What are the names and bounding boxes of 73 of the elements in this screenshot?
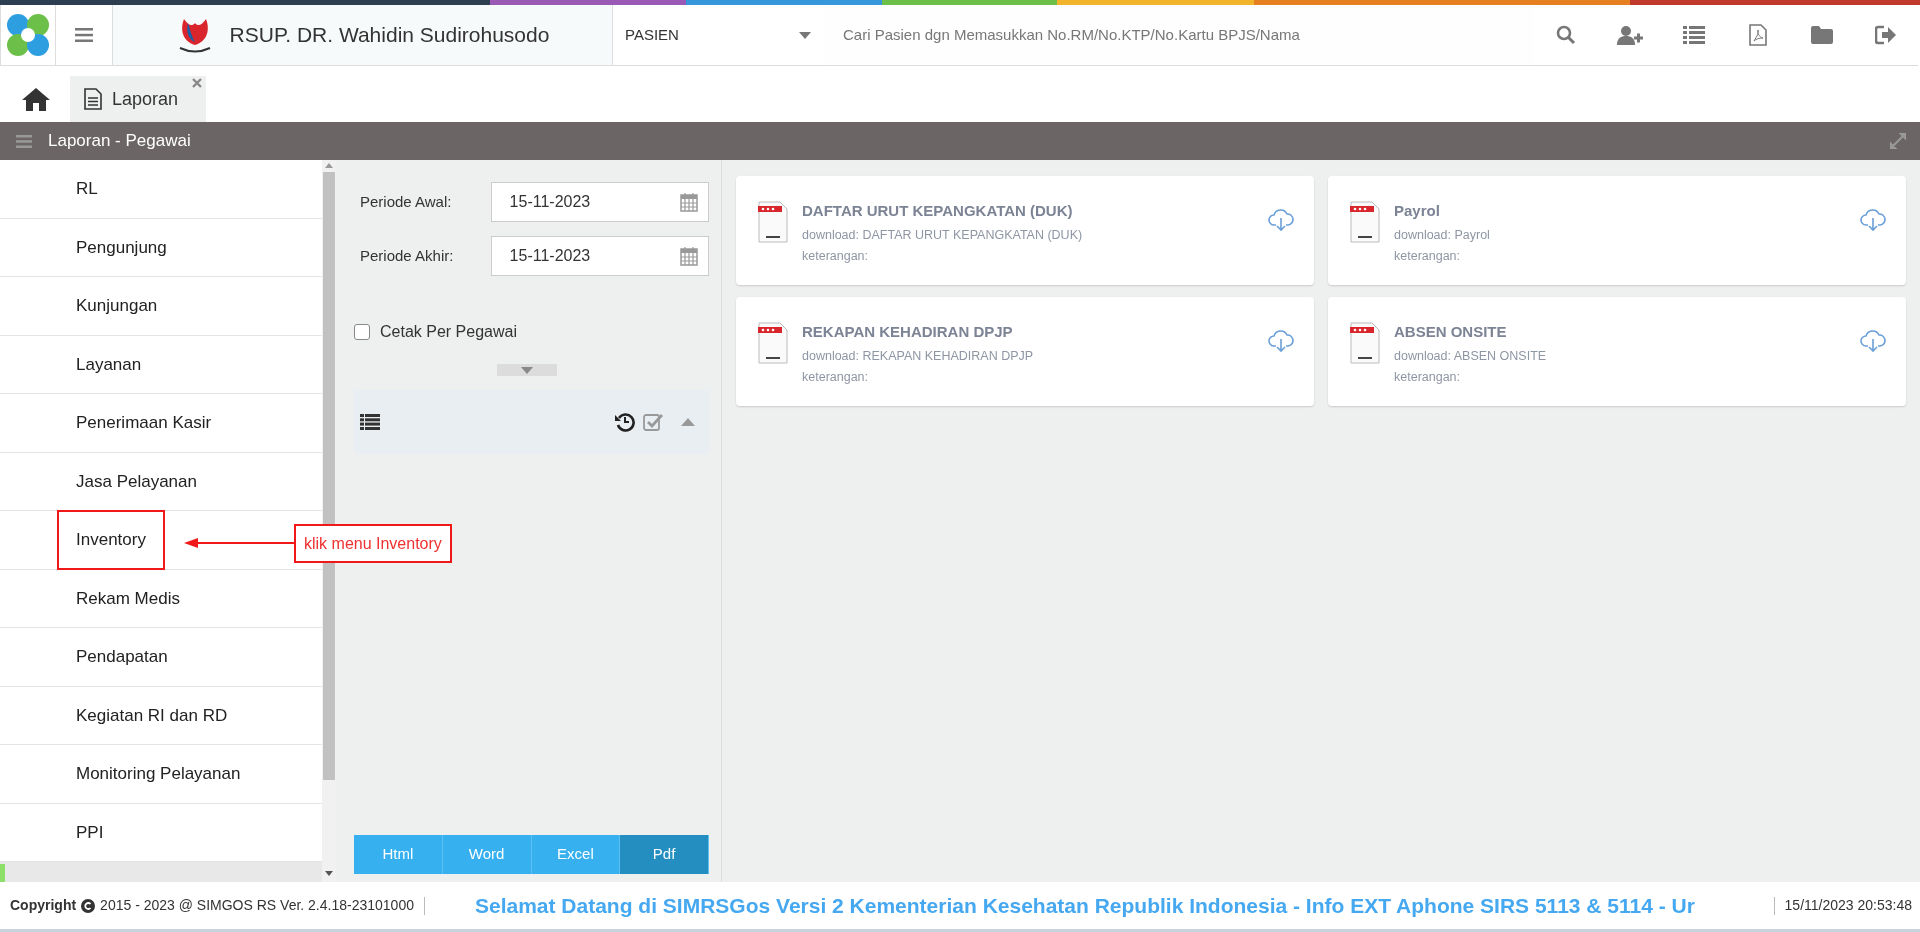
- category-select[interactable]: PASIEN: [613, 5, 823, 65]
- scroll-up-icon[interactable]: [325, 163, 333, 168]
- download-text: download: ABSEN ONSITE: [1394, 347, 1547, 365]
- report-file-icon: [1350, 200, 1380, 244]
- sidebar-item[interactable]: Monitoring Pelayanan: [76, 761, 241, 787]
- sidebar-item[interactable]: Kunjungan: [76, 293, 158, 319]
- note-text: keterangan:: [1394, 369, 1462, 387]
- export-button[interactable]: Pdf: [620, 835, 709, 874]
- report-file-icon: [1350, 321, 1380, 365]
- sidebar-item[interactable]: Pendapatan: [76, 644, 168, 670]
- report-title[interactable]: Payrol: [1394, 200, 1490, 223]
- copyright-text: 2015 - 2023 @ SIMGOS RS Ver. 2.4.18-23101000: [100, 896, 414, 915]
- sidebar-item[interactable]: Inventory: [57, 510, 165, 570]
- cloud-download-icon[interactable]: [1268, 329, 1294, 353]
- sidebar-item[interactable]: PPI: [76, 819, 104, 845]
- download-text: download: DAFTAR URUT KEPANGKATAN (DUK): [802, 226, 1083, 244]
- home-icon[interactable]: [22, 87, 50, 111]
- app-logo-icon: [5, 12, 51, 58]
- field-label: Periode Akhir:: [359, 245, 455, 266]
- expand-icon[interactable]: [1890, 133, 1906, 149]
- cloud-download-icon[interactable]: [1860, 208, 1886, 232]
- checkbox[interactable]: [354, 324, 370, 340]
- note-text: keterangan:: [802, 369, 870, 387]
- scroll-down-icon[interactable]: [325, 871, 333, 876]
- menu-icon[interactable]: [75, 28, 93, 42]
- copyright-icon: [81, 898, 96, 913]
- report-title[interactable]: DAFTAR URUT KEPANGKATAN (DUK): [802, 200, 1083, 223]
- caret-icon[interactable]: [799, 31, 811, 39]
- note-text: keterangan:: [802, 248, 870, 266]
- history-icon[interactable]: [615, 412, 635, 432]
- copyright-label: Copyright: [10, 896, 77, 915]
- pdf-file-icon[interactable]: [1749, 24, 1767, 46]
- close-icon[interactable]: [192, 78, 203, 88]
- collapse-icon[interactable]: [681, 418, 695, 426]
- note-text: keterangan:: [1394, 248, 1462, 266]
- logout-icon[interactable]: [1875, 25, 1897, 45]
- date-field[interactable]: 15-11-2023: [490, 182, 709, 222]
- report-title[interactable]: REKAPAN KEHADIRAN DPJP: [802, 321, 1034, 344]
- sidebar-item[interactable]: Jasa Pelayanan: [76, 468, 197, 494]
- report-file-icon: [758, 321, 788, 365]
- panel-title: Laporan - Pegawai: [48, 130, 191, 153]
- folder-icon[interactable]: [1811, 26, 1833, 44]
- report-file-icon: [758, 200, 788, 244]
- list-icon[interactable]: [360, 414, 380, 430]
- checkbox-label: Cetak Per Pegawai: [380, 322, 517, 342]
- hospital-name: RSUP. DR. Wahidin Sudirohusodo: [229, 22, 550, 49]
- calendar-icon[interactable]: [680, 246, 698, 266]
- caret-icon[interactable]: [520, 366, 533, 374]
- expand-toggle[interactable]: [496, 364, 557, 376]
- tab[interactable]: Laporan: [70, 76, 207, 122]
- sidebar-item[interactable]: Penerimaan Kasir: [76, 410, 212, 436]
- calendar-icon[interactable]: [680, 192, 698, 212]
- sidebar-item[interactable]: Kegiatan RI dan RD: [76, 702, 228, 728]
- document-icon: [84, 88, 102, 110]
- search-icon[interactable]: [1556, 25, 1576, 45]
- sidebar-item[interactable]: RL: [76, 176, 98, 202]
- field-label: Periode Awal:: [359, 191, 453, 212]
- sidebar-item[interactable]: Rekam Medis: [76, 585, 180, 611]
- sidebar-item[interactable]: Pengunjung: [76, 234, 167, 260]
- check-square-icon[interactable]: [643, 413, 663, 431]
- report-title[interactable]: ABSEN ONSITE: [1394, 321, 1547, 344]
- sidebar-item[interactable]: Layanan: [76, 351, 142, 377]
- download-text: download: REKAPAN KEHADIRAN DPJP: [802, 347, 1034, 365]
- cloud-download-icon[interactable]: [1860, 329, 1886, 353]
- menu-icon[interactable]: [16, 134, 32, 148]
- add-user-icon[interactable]: [1617, 25, 1643, 45]
- news-ticker: Selamat Datang di SIMRSGos Versi 2 Kementerian Kesehatan Republik Indonesia - Info EXT Aphone SIRS 5113 & 5114 - Ur: [474, 893, 1695, 917]
- date-field[interactable]: 15-11-2023: [490, 236, 709, 276]
- callout-label: klik menu Inventory: [294, 524, 452, 563]
- cloud-download-icon[interactable]: [1268, 208, 1294, 232]
- scroll-indicator: [0, 864, 5, 882]
- download-text: download: Payrol: [1394, 226, 1490, 244]
- date-time: 15/11/2023 20:53:48: [1784, 896, 1912, 915]
